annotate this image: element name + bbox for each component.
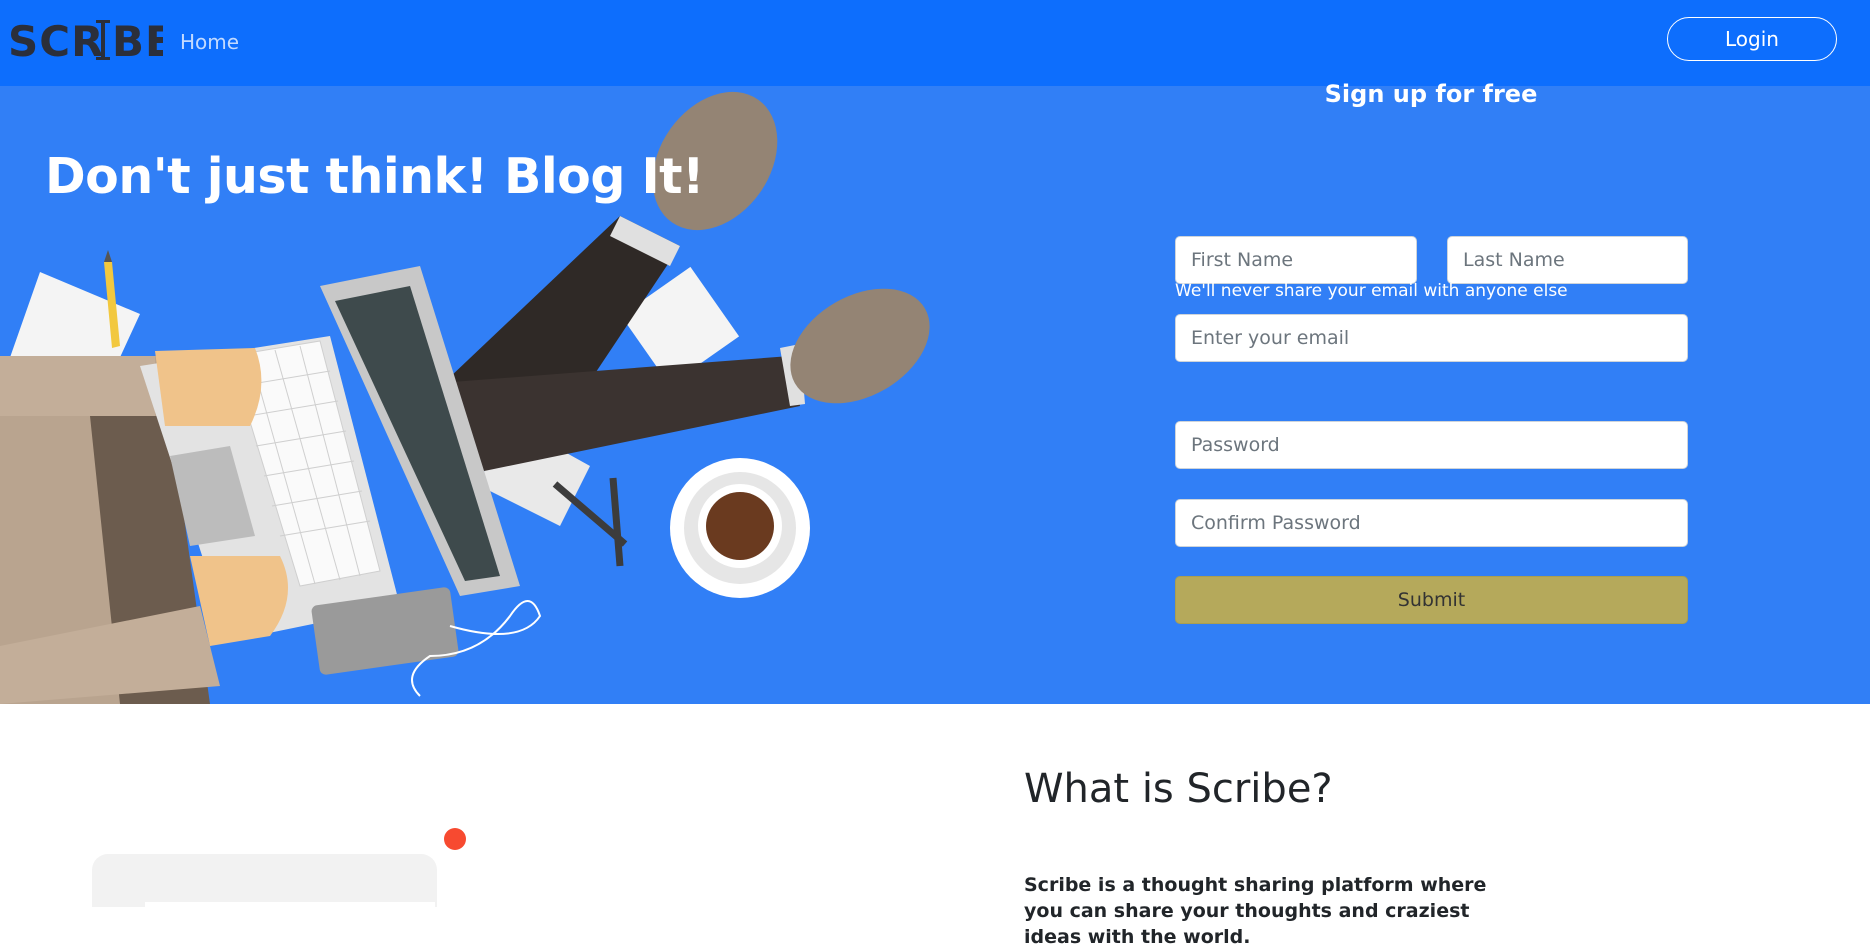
about-text: Scribe is a thought sharing platform whe… (1024, 874, 1487, 948)
confirm-password-input[interactable] (1175, 499, 1688, 547)
submit-button[interactable]: Submit (1175, 576, 1688, 624)
svg-text:SCR: SCR (8, 17, 104, 66)
nav-home-link[interactable]: Home (180, 30, 239, 54)
navbar: SCR BE Home Login (0, 0, 1870, 86)
last-name-input[interactable] (1447, 236, 1688, 284)
email-input[interactable] (1175, 314, 1688, 362)
email-help-text: We'll never share your email with anyone… (1175, 281, 1568, 301)
svg-text:BE: BE (112, 17, 163, 66)
first-name-input[interactable] (1175, 236, 1417, 284)
signup-title: Sign up for free (1324, 80, 1538, 108)
password-input[interactable] (1175, 421, 1688, 469)
about-title: What is Scribe? (1024, 766, 1333, 812)
login-button[interactable]: Login (1667, 17, 1837, 61)
about-illustration (92, 828, 466, 907)
hero-title: Don't just think! Blog It! (45, 148, 704, 205)
scribe-logo[interactable]: SCR BE (8, 14, 163, 66)
